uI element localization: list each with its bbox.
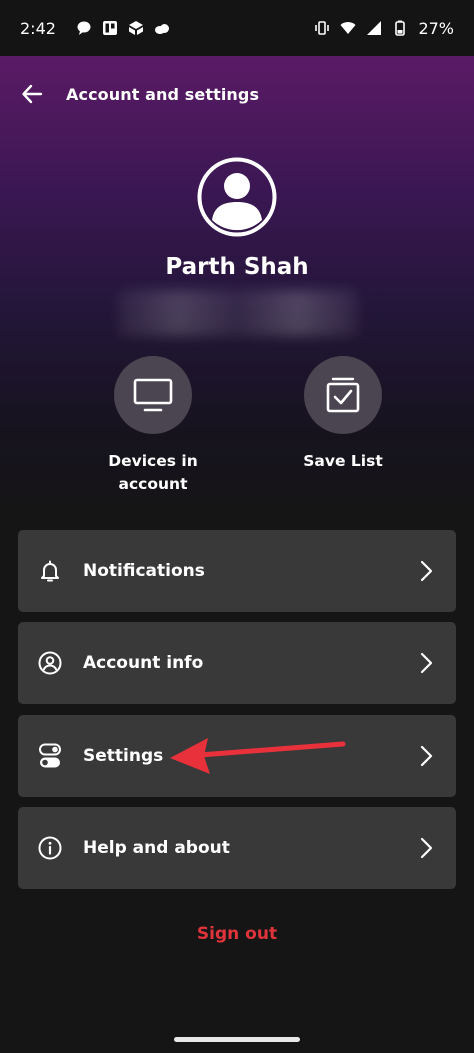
- back-button[interactable]: [0, 62, 64, 126]
- chat-notification-icon: [77, 21, 91, 35]
- save-list-circle: [304, 356, 382, 434]
- settings-menu-row-4: Help and about: [18, 807, 456, 889]
- menu-item-notifications[interactable]: Notifications: [18, 530, 456, 612]
- status-time: 2:42: [20, 18, 56, 38]
- wifi-icon: [340, 22, 356, 34]
- vibrate-icon: [315, 21, 330, 35]
- devices-in-account-button[interactable]: Devices in account: [73, 356, 233, 496]
- save-list-icon: [326, 377, 360, 413]
- home-indicator[interactable]: [174, 1037, 300, 1042]
- cloud-notification-icon: [154, 24, 169, 34]
- signal-icon: [367, 21, 382, 35]
- cube-notification-icon: [128, 21, 143, 35]
- save-list-button[interactable]: Save List: [263, 356, 423, 473]
- settings-menu-row-2: Account info: [18, 622, 456, 704]
- chevron-right-icon: [420, 560, 433, 582]
- devices-label-line1: Devices in: [108, 452, 198, 470]
- chevron-right-icon: [420, 745, 433, 767]
- chevron-right-icon: [420, 837, 433, 859]
- sign-out-button[interactable]: Sign out: [0, 924, 474, 944]
- annotation-arrow: [170, 738, 346, 774]
- info-icon: [18, 836, 82, 860]
- save-list-label: Save List: [263, 450, 423, 473]
- status-bar: 2:42 27%: [0, 0, 474, 56]
- devices-circle: [114, 356, 192, 434]
- battery-percent: 27%: [418, 18, 454, 38]
- bell-icon: [18, 559, 82, 583]
- page-title: Account and settings: [66, 84, 260, 104]
- settings-menu: Notifications: [18, 530, 456, 612]
- menu-label-account-info: Account info: [83, 653, 204, 673]
- trello-notification-icon: [102, 21, 117, 35]
- avatar[interactable]: [197, 157, 277, 237]
- chevron-right-icon: [420, 652, 433, 674]
- toggles-icon: [18, 743, 82, 769]
- notification-icons: [76, 20, 170, 36]
- redacted-email: [118, 290, 358, 336]
- top-app-bar: Account and settings: [0, 56, 474, 132]
- menu-item-account-info[interactable]: Account info: [18, 622, 456, 704]
- back-arrow-icon: [22, 84, 43, 104]
- devices-label: Devices in account: [73, 450, 233, 496]
- battery-icon: [395, 20, 406, 36]
- menu-label-settings: Settings: [83, 746, 164, 766]
- save-list-label-line1: Save List: [303, 452, 383, 470]
- devices-label-line2: account: [118, 475, 188, 493]
- monitor-icon: [133, 378, 173, 412]
- menu-label-notifications: Notifications: [83, 561, 205, 581]
- menu-label-help-about: Help and about: [83, 838, 230, 858]
- status-right: 27%: [314, 19, 454, 38]
- profile-name: Parth Shah: [165, 254, 309, 280]
- user-circle-icon: [18, 651, 82, 675]
- menu-item-help-about[interactable]: Help and about: [18, 807, 456, 889]
